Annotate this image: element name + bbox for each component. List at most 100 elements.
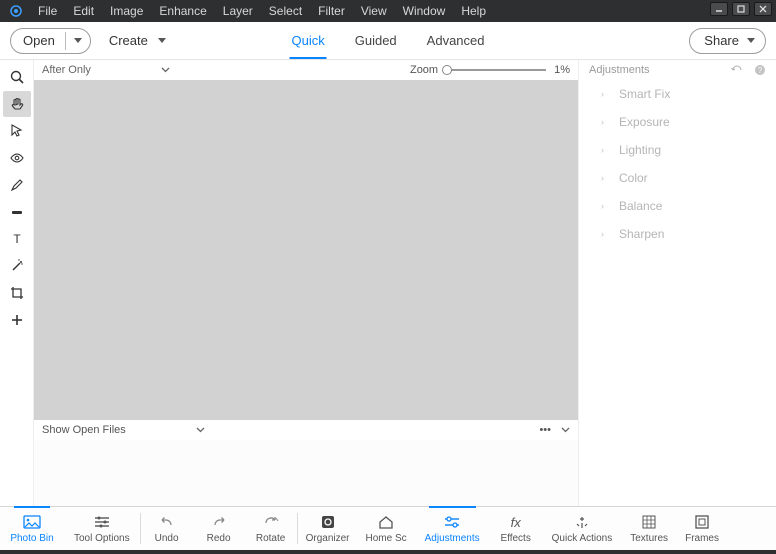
menu-filter[interactable]: Filter xyxy=(310,4,353,18)
share-button[interactable]: Share xyxy=(689,28,766,54)
sparkle-icon xyxy=(574,513,590,531)
mode-tabs: Quick Guided Advanced xyxy=(290,23,487,59)
share-label: Share xyxy=(704,33,739,48)
more-icon[interactable]: ••• xyxy=(539,424,551,436)
reset-icon[interactable] xyxy=(730,65,748,75)
chevron-right-icon: › xyxy=(601,145,609,155)
select-tool[interactable] xyxy=(3,118,31,144)
maximize-button[interactable] xyxy=(732,2,750,16)
add-tool[interactable] xyxy=(3,307,31,333)
zoom-tool[interactable] xyxy=(3,64,31,90)
open-label: Open xyxy=(23,33,55,48)
wand-tool[interactable] xyxy=(3,253,31,279)
chevron-right-icon: › xyxy=(601,173,609,183)
frame-icon xyxy=(695,513,709,531)
menu-edit[interactable]: Edit xyxy=(65,4,102,18)
undo-icon xyxy=(159,513,175,531)
canvas[interactable] xyxy=(34,80,578,420)
panel-header: Adjustments ? xyxy=(579,60,776,80)
bb-frames[interactable]: Frames xyxy=(676,507,728,550)
bottom-bar: Photo Bin Tool Options Undo Redo Rotate … xyxy=(0,506,776,550)
hand-tool[interactable] xyxy=(3,91,31,117)
menu-file[interactable]: File xyxy=(30,4,65,18)
close-button[interactable] xyxy=(754,2,772,16)
view-mode-label: After Only xyxy=(42,64,91,76)
bb-textures[interactable]: Textures xyxy=(622,507,676,550)
bb-effects[interactable]: fx Effects xyxy=(490,507,542,550)
bb-undo[interactable]: Undo xyxy=(141,507,193,550)
panel-title: Adjustments xyxy=(589,64,650,76)
chevron-down-icon xyxy=(74,38,82,43)
eye-tool[interactable] xyxy=(3,145,31,171)
menu-enhance[interactable]: Enhance xyxy=(151,4,214,18)
create-label: Create xyxy=(109,33,148,48)
footer-edge xyxy=(0,550,776,554)
menu-window[interactable]: Window xyxy=(395,4,454,18)
sliders-icon xyxy=(93,513,111,531)
adjustment-sharpen[interactable]: ›Sharpen xyxy=(579,220,776,248)
filmstrip xyxy=(34,440,578,506)
bb-home[interactable]: Home Sc xyxy=(358,507,415,550)
open-files-label[interactable]: Show Open Files xyxy=(42,424,126,436)
bb-photo-bin[interactable]: Photo Bin xyxy=(0,507,64,550)
adjustment-color[interactable]: ›Color xyxy=(579,164,776,192)
image-icon xyxy=(23,513,41,531)
minimize-button[interactable] xyxy=(710,2,728,16)
adjust-icon xyxy=(443,513,461,531)
view-mode-dropdown[interactable]: After Only xyxy=(42,64,170,76)
chevron-down-icon xyxy=(161,67,170,73)
bb-adjustments[interactable]: Adjustments xyxy=(415,507,490,550)
zoom-slider[interactable] xyxy=(446,69,546,71)
view-strip: After Only Zoom 1% xyxy=(34,60,578,80)
top-toolbar: Open Create Quick Guided Advanced Share xyxy=(0,22,776,60)
chevron-right-icon: › xyxy=(601,89,609,99)
bb-quick-actions[interactable]: Quick Actions xyxy=(542,507,623,550)
tab-quick[interactable]: Quick xyxy=(290,23,327,59)
content-area: T After Only Zoom 1% Show Open Files ••• xyxy=(0,60,776,506)
text-tool[interactable]: T xyxy=(3,226,31,252)
svg-text:?: ? xyxy=(758,66,763,75)
bb-rotate[interactable]: Rotate xyxy=(245,507,297,550)
menu-select[interactable]: Select xyxy=(261,4,310,18)
adjustments-panel: Adjustments ? ›Smart Fix ›Exposure ›Ligh… xyxy=(578,60,776,506)
zoom-value: 1% xyxy=(554,64,570,76)
chevron-down-icon xyxy=(158,38,166,43)
crop-tool[interactable] xyxy=(3,280,31,306)
rotate-icon xyxy=(262,513,280,531)
chevron-right-icon: › xyxy=(601,117,609,127)
open-button[interactable]: Open xyxy=(10,28,91,54)
menu-help[interactable]: Help xyxy=(453,4,494,18)
bb-redo[interactable]: Redo xyxy=(193,507,245,550)
tab-guided[interactable]: Guided xyxy=(353,23,399,59)
help-icon[interactable]: ? xyxy=(754,64,766,76)
home-icon xyxy=(378,513,394,531)
adjustment-lighting[interactable]: ›Lighting xyxy=(579,136,776,164)
chevron-down-icon[interactable] xyxy=(561,427,570,433)
texture-icon xyxy=(642,513,656,531)
zoom-control: Zoom 1% xyxy=(410,64,570,76)
brush-tool[interactable] xyxy=(3,172,31,198)
adjustment-exposure[interactable]: ›Exposure xyxy=(579,108,776,136)
adjustment-smart-fix[interactable]: ›Smart Fix xyxy=(579,80,776,108)
bb-organizer[interactable]: Organizer xyxy=(298,507,358,550)
menu-layer[interactable]: Layer xyxy=(215,4,261,18)
adjustment-balance[interactable]: ›Balance xyxy=(579,192,776,220)
open-separator xyxy=(65,32,66,50)
chevron-down-icon[interactable] xyxy=(196,427,205,433)
tool-strip: T xyxy=(0,60,34,506)
zoom-thumb[interactable] xyxy=(442,65,452,75)
zoom-label: Zoom xyxy=(410,64,438,76)
open-files-bar: Show Open Files ••• xyxy=(34,420,578,440)
chevron-right-icon: › xyxy=(601,201,609,211)
app-logo-icon xyxy=(8,3,24,19)
workspace: After Only Zoom 1% Show Open Files ••• xyxy=(34,60,578,506)
tab-advanced[interactable]: Advanced xyxy=(425,23,487,59)
svg-text:T: T xyxy=(13,232,21,246)
menu-image[interactable]: Image xyxy=(102,4,151,18)
heal-tool[interactable] xyxy=(3,199,31,225)
create-button[interactable]: Create xyxy=(109,33,166,48)
bb-tool-options[interactable]: Tool Options xyxy=(64,507,140,550)
fx-icon: fx xyxy=(511,513,521,531)
chevron-down-icon xyxy=(747,38,755,43)
menu-view[interactable]: View xyxy=(353,4,395,18)
